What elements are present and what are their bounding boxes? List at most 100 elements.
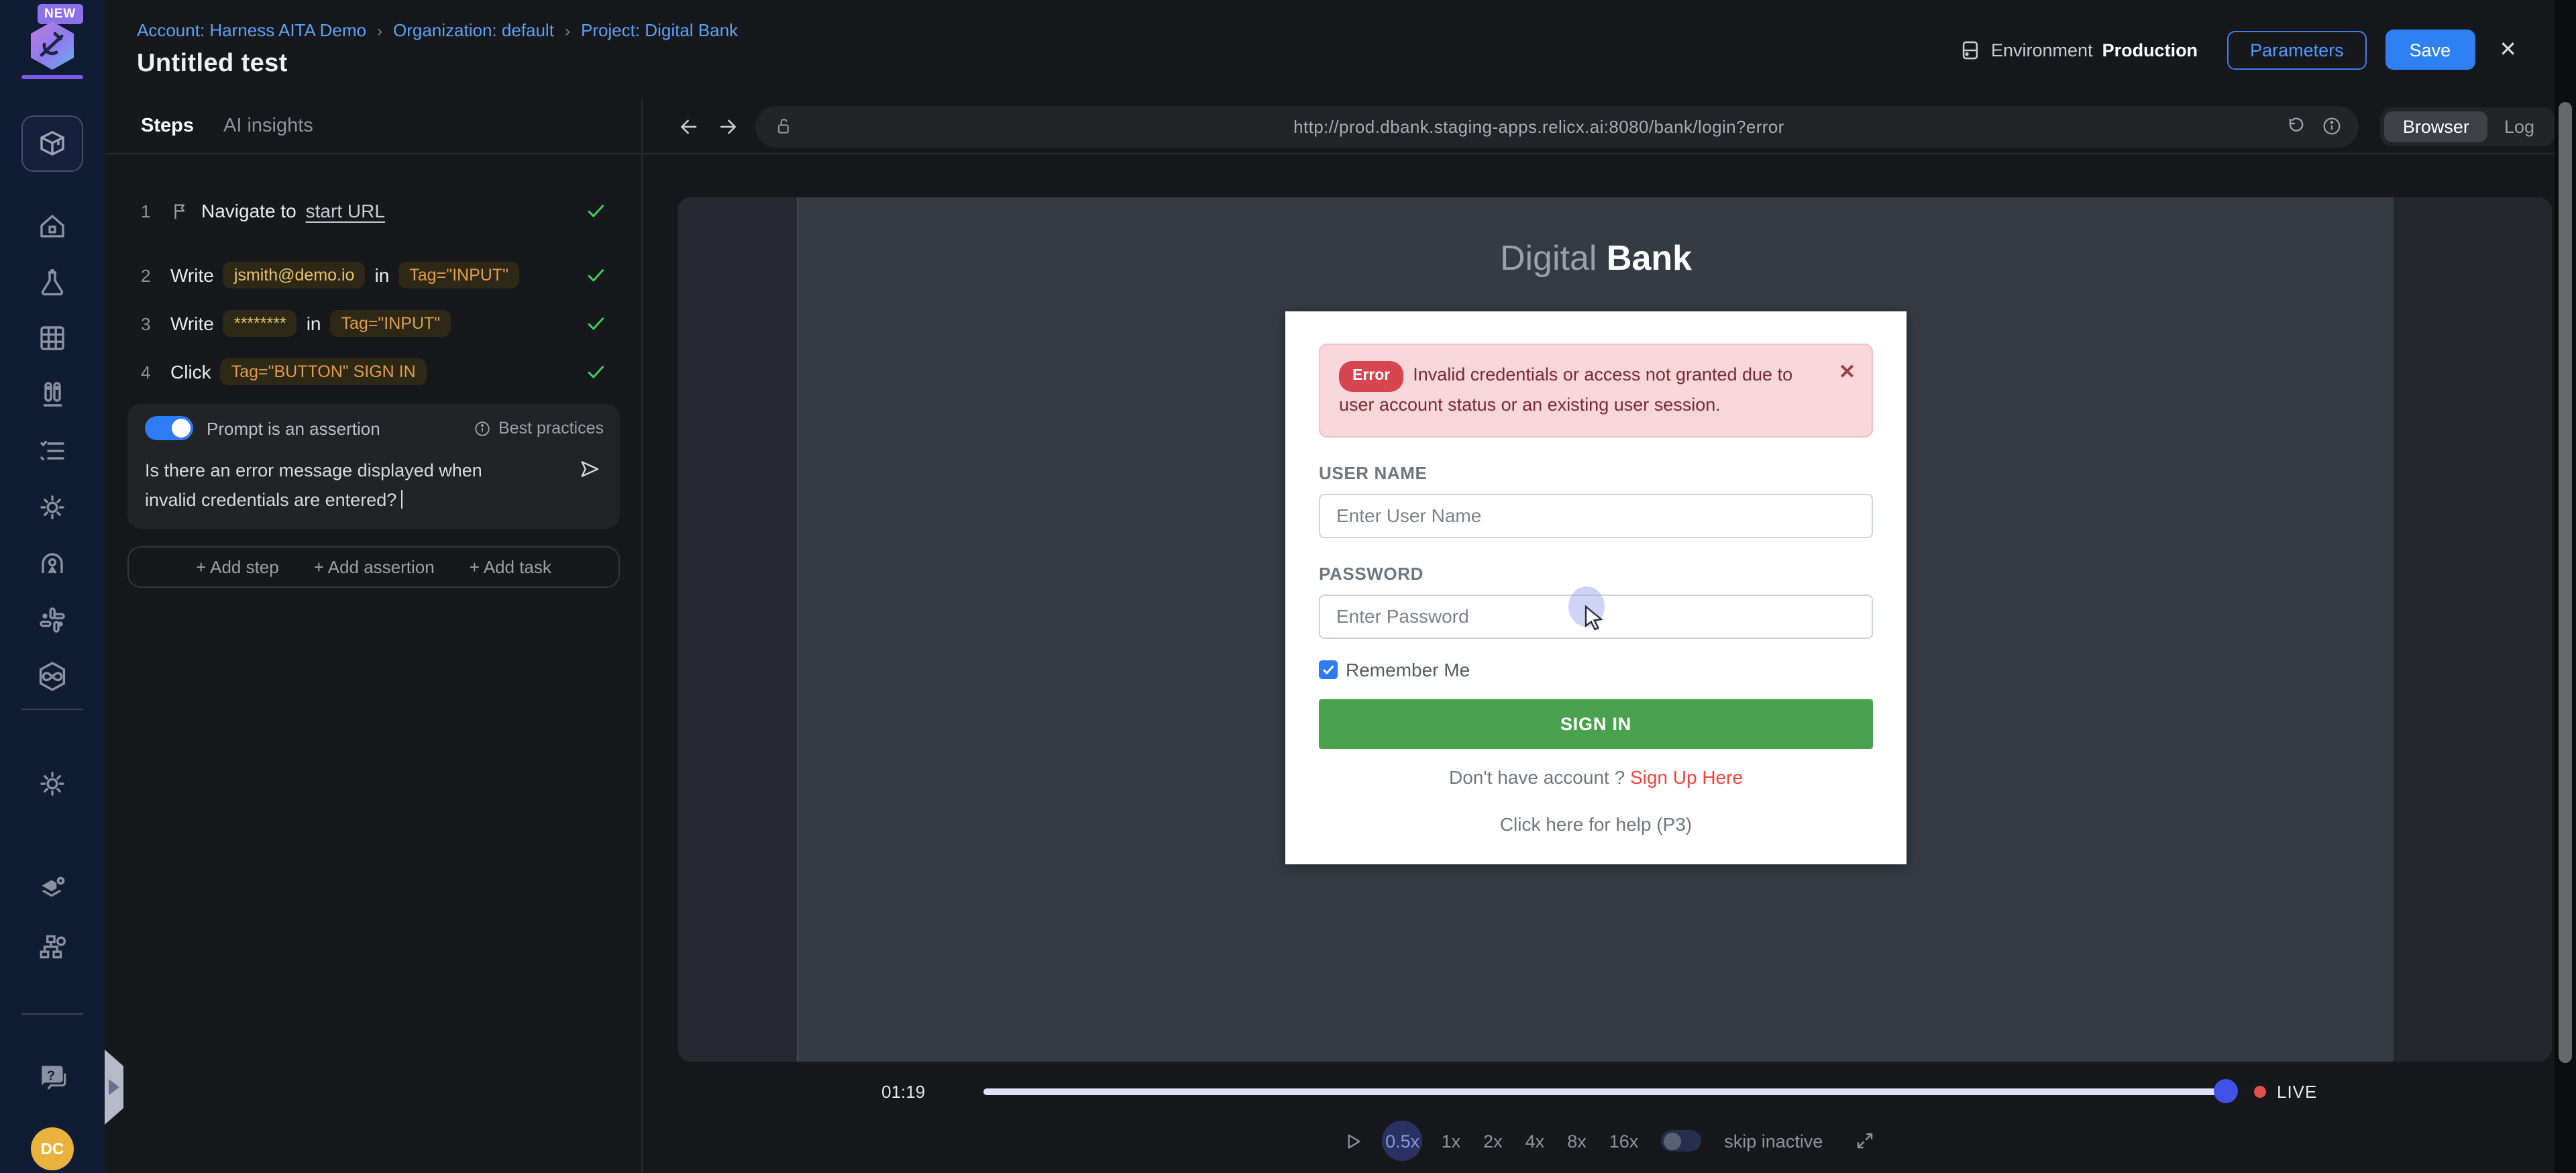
brand-light: Digital [1500, 238, 1597, 278]
timeline-track[interactable] [983, 1088, 2226, 1094]
avatar[interactable]: DC [31, 1127, 74, 1170]
network-gear-icon [36, 931, 69, 964]
no-account-text: Don't have account ? [1449, 766, 1625, 787]
refresh-icon[interactable] [2284, 115, 2305, 137]
sidebar-item-project-settings[interactable] [30, 761, 75, 807]
sidebar-item-columns[interactable] [30, 372, 75, 417]
parameters-button[interactable]: Parameters [2227, 30, 2367, 69]
speed-4x[interactable]: 4x [1525, 1131, 1545, 1151]
steps-panel: Steps AI insights 1 Navigate to start UR… [105, 99, 643, 1173]
grid-icon [36, 322, 68, 354]
skip-inactive-toggle[interactable] [1661, 1130, 1701, 1152]
breadcrumb-organization[interactable]: Organization: default [393, 20, 554, 40]
fullscreen-expand-icon[interactable] [1854, 1130, 1875, 1152]
tab-steps[interactable]: Steps [141, 115, 194, 137]
step-success-check-icon [585, 313, 606, 334]
remember-me-label[interactable]: Remember Me [1346, 658, 1470, 680]
sidebar-item-lab[interactable] [30, 260, 75, 306]
url-bar[interactable]: http://prod.dbank.staging-apps.relicx.ai… [755, 105, 2359, 147]
cube-icon [36, 128, 68, 160]
assertion-prompt-input[interactable]: Is there an error message displayed when… [145, 456, 604, 515]
tab-browser-view[interactable]: Browser [2384, 111, 2488, 142]
sidebar-item-layers-config[interactable] [30, 866, 75, 911]
app-logo-icon[interactable] [31, 21, 74, 70]
add-task-button[interactable]: + Add task [470, 556, 551, 576]
error-message-line2: user account status or an existing user … [1339, 392, 1826, 420]
digital-bank-page: Digital Bank ErrorInvalid credentials or… [798, 197, 2394, 1062]
tab-ai-insights[interactable]: AI insights [223, 115, 313, 137]
step-row-3[interactable]: 3 Write ******** in Tag="INPUT" [105, 307, 641, 340]
breadcrumb-account[interactable]: Account: Harness AITA Demo [137, 20, 366, 40]
help-link[interactable]: Click here for help (P3) [1500, 813, 1692, 834]
info-icon [474, 419, 492, 437]
sidebar-item-active-module[interactable] [21, 115, 83, 172]
sign-in-button[interactable]: SIGN IN [1319, 699, 1873, 748]
step-target-chip[interactable]: Tag="INPUT" [398, 262, 519, 289]
info-icon[interactable] [2321, 115, 2343, 137]
scrollbar-thumb[interactable] [2559, 102, 2572, 1063]
step-row-2[interactable]: 2 Write jsmith@demo.io in Tag="INPUT" [105, 259, 641, 291]
back-arrow-icon[interactable] [678, 115, 700, 138]
sidebar-item-help[interactable]: ? [30, 1054, 75, 1099]
speed-0-5x[interactable]: 0.5x [1383, 1121, 1423, 1161]
environment-group[interactable]: Environment Production [1959, 38, 2198, 61]
username-input[interactable] [1319, 493, 1873, 538]
step-row-4[interactable]: 4 Click Tag="BUTTON" SIGN IN [105, 356, 641, 388]
tab-log-view[interactable]: Log [2488, 111, 2551, 142]
sidebar-item-home[interactable] [30, 204, 75, 250]
add-step-button[interactable]: + Add step [196, 556, 279, 576]
sidebar-item-harness[interactable] [30, 654, 75, 699]
url-text[interactable]: http://prod.dbank.staging-apps.relicx.ai… [794, 116, 2284, 136]
close-icon[interactable]: ✕ [2499, 36, 2517, 63]
sidebar-item-checklist[interactable] [30, 428, 75, 474]
breadcrumb-separator: › [377, 21, 382, 40]
speed-8x[interactable]: 8x [1567, 1131, 1587, 1151]
gear-icon [36, 491, 68, 523]
password-input[interactable] [1319, 594, 1873, 638]
text-caret [400, 490, 402, 509]
timeline-handle[interactable] [2214, 1079, 2238, 1103]
remember-me-checkbox[interactable] [1319, 660, 1338, 678]
save-button[interactable]: Save [2385, 30, 2475, 70]
browser-toolbar: http://prod.dbank.staging-apps.relicx.ai… [643, 99, 2576, 154]
sidebar-item-apps[interactable] [30, 315, 75, 361]
step-row-1[interactable]: 1 Navigate to start URL [105, 195, 641, 227]
start-url-link[interactable]: start URL [306, 200, 385, 221]
gear-icon [36, 768, 68, 800]
forward-arrow-icon[interactable] [716, 115, 739, 138]
assertion-toggle[interactable] [145, 416, 193, 440]
signup-row: Don't have account ? Sign Up Here [1319, 766, 1873, 787]
sidebar-item-settings[interactable] [30, 484, 75, 530]
username-label: USER NAME [1319, 462, 1873, 482]
sidebar-item-integrations[interactable] [30, 597, 75, 643]
step-value-chip[interactable]: jsmith@demo.io [223, 262, 366, 289]
add-assertion-button[interactable]: + Add assertion [314, 556, 435, 576]
sidebar-divider [21, 1013, 83, 1015]
slack-style-icon [36, 604, 68, 636]
play-icon[interactable] [1344, 1131, 1364, 1151]
viewport-letterbox-left [678, 197, 798, 1062]
new-badge: NEW [38, 4, 83, 24]
top-bar: Account: Harness AITA Demo › Organizatio… [105, 0, 2576, 99]
speed-16x[interactable]: 16x [1609, 1131, 1639, 1151]
skip-inactive-label: skip inactive [1724, 1131, 1823, 1151]
speed-2x[interactable]: 2x [1483, 1131, 1503, 1151]
topbar-left: Account: Harness AITA Demo › Organizatio… [137, 20, 738, 79]
speed-1x[interactable]: 1x [1442, 1131, 1461, 1151]
breadcrumb-project[interactable]: Project: Digital Bank [581, 20, 738, 40]
checklist-icon [36, 435, 68, 467]
flag-icon [170, 201, 191, 221]
replay-viewport: Digital Bank ErrorInvalid credentials or… [678, 197, 2552, 1062]
step-action-text: Write [170, 313, 214, 334]
step-target-chip[interactable]: Tag="BUTTON" SIGN IN [221, 358, 427, 385]
layers-gear-icon [36, 872, 69, 905]
live-dot-icon [2254, 1085, 2266, 1097]
alert-close-icon[interactable]: ✕ [1839, 357, 1856, 389]
sidebar-item-pipeline-config[interactable] [30, 925, 75, 970]
step-password-chip[interactable]: ******** [223, 310, 297, 337]
sidebar-item-insights[interactable] [30, 541, 75, 586]
send-prompt-icon[interactable] [578, 458, 601, 480]
sign-up-link[interactable]: Sign Up Here [1630, 766, 1743, 787]
step-target-chip[interactable]: Tag="INPUT" [331, 310, 451, 337]
best-practices-link[interactable]: Best practices [474, 419, 604, 438]
